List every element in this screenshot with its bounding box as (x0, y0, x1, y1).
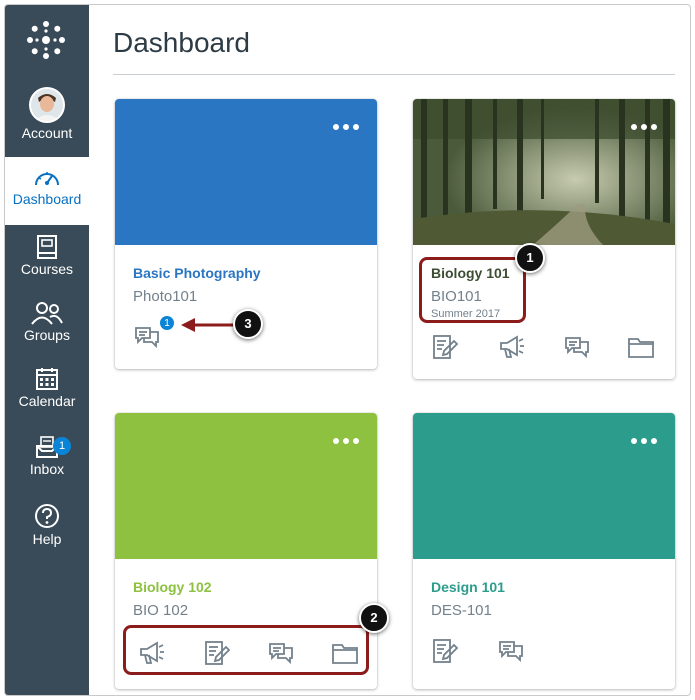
canvas-window: Account Dashboard Courses Groups Calenda… (4, 4, 691, 696)
card-hero-forest-image[interactable] (413, 99, 675, 245)
callout-number-3: 3 (233, 309, 263, 339)
sidebar-item-inbox[interactable]: 1 Inbox (5, 435, 89, 491)
course-name[interactable]: Basic Photography (133, 265, 261, 281)
discussions-icon[interactable]: 1 (133, 315, 175, 351)
card-hero[interactable] (413, 413, 675, 559)
card-actions (413, 333, 675, 361)
page-title: Dashboard (113, 27, 250, 58)
callout-number-2: 2 (359, 603, 389, 633)
card-options-menu-icon[interactable] (631, 437, 657, 445)
help-icon (35, 504, 59, 528)
card-options-menu-icon[interactable] (333, 437, 359, 445)
sidebar-item-label: Calendar (18, 393, 76, 409)
assignments-icon[interactable] (431, 333, 459, 361)
sidebar-item-courses[interactable]: Courses (5, 235, 89, 291)
sidebar-item-label: Courses (20, 261, 74, 277)
discussions-icon[interactable] (563, 333, 591, 361)
discussion-unread-badge: 1 (159, 315, 175, 331)
canvas-logo-icon[interactable] (25, 19, 67, 61)
course-card-biology-101[interactable]: Biology 101 BIO101 Summer 2017 (413, 99, 675, 379)
groups-icon (31, 302, 63, 325)
callout-number-1: 1 (515, 243, 545, 273)
dashboard-icon (35, 172, 59, 186)
card-hero[interactable] (115, 413, 377, 559)
callout-box-course-name (419, 257, 526, 323)
assignments-icon[interactable] (431, 637, 459, 665)
global-navigation: Account Dashboard Courses Groups Calenda… (5, 5, 89, 695)
announcements-icon[interactable] (497, 333, 525, 361)
inbox-unread-badge: 1 (53, 437, 71, 455)
files-folder-icon[interactable] (627, 333, 655, 361)
sidebar-item-label: Dashboard (12, 191, 82, 207)
callout-box-card-actions (123, 625, 369, 675)
sidebar-item-dashboard[interactable]: Dashboard (5, 157, 89, 225)
card-options-menu-icon[interactable] (333, 123, 359, 131)
avatar (29, 87, 65, 123)
callout-arrow-icon (181, 318, 239, 332)
sidebar-item-label: Groups (24, 327, 70, 343)
calendar-icon (36, 368, 58, 390)
title-divider (113, 74, 675, 75)
sidebar-item-account[interactable]: Account (5, 87, 89, 155)
card-actions (413, 637, 675, 665)
sidebar-item-label: Help (32, 531, 62, 547)
sidebar-item-calendar[interactable]: Calendar (5, 367, 89, 423)
discussions-icon[interactable] (497, 637, 525, 665)
course-name[interactable]: Design 101 (431, 579, 505, 595)
book-icon (37, 235, 57, 259)
course-code: BIO 102 (133, 602, 189, 619)
sidebar-item-groups[interactable]: Groups (5, 301, 89, 357)
sidebar-item-label: Account (21, 125, 73, 141)
card-options-menu-icon[interactable] (631, 123, 657, 131)
card-hero[interactable] (115, 99, 377, 245)
sidebar-item-label: Inbox (29, 461, 65, 477)
course-code: DES-101 (431, 602, 492, 619)
sidebar-item-help[interactable]: Help (5, 503, 89, 559)
course-card-design-101[interactable]: Design 101 DES-101 (413, 413, 675, 689)
course-name[interactable]: Biology 102 (133, 579, 212, 595)
course-code: Photo101 (133, 288, 198, 305)
